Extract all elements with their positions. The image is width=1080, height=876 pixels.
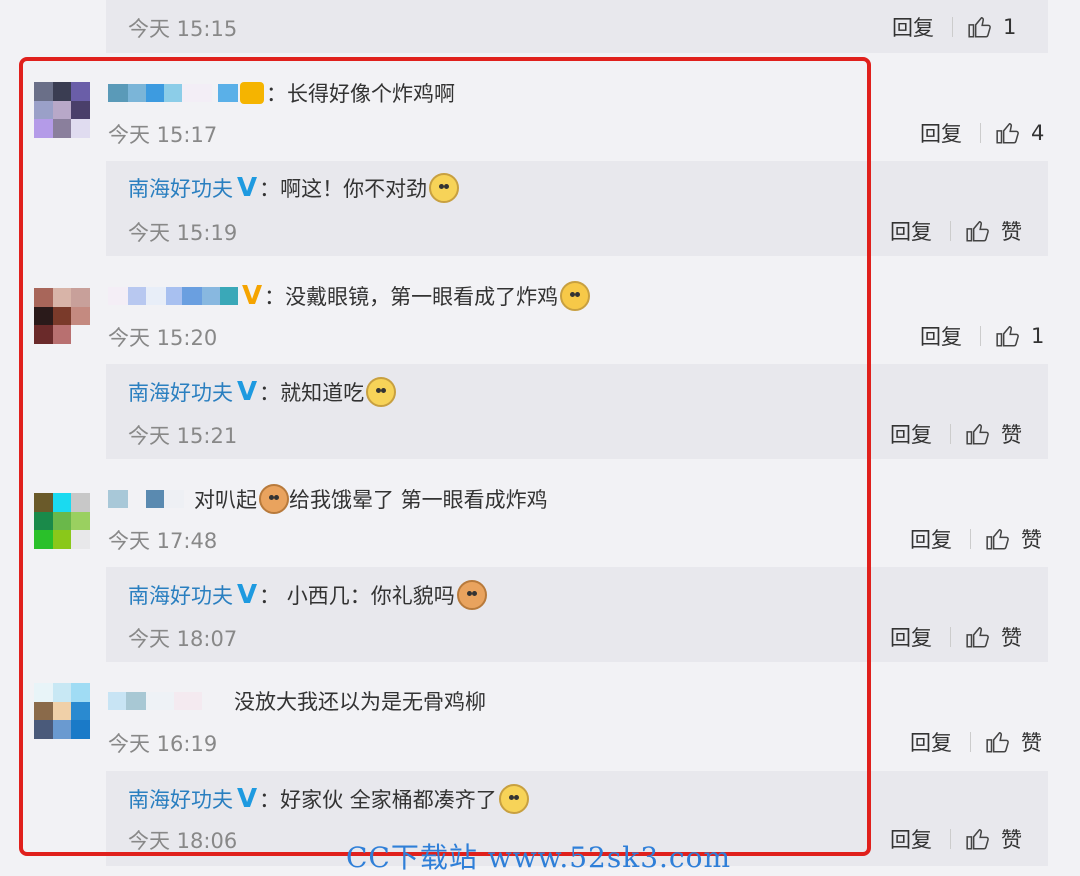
thumbs-up-icon[interactable] bbox=[985, 729, 1011, 755]
reply-author[interactable]: 南海好功夫 bbox=[128, 377, 233, 407]
divider bbox=[950, 424, 951, 444]
comment-body: ：没戴眼镜，第一眼看成了炸鸡 bbox=[264, 285, 559, 309]
reply-button[interactable]: 回复 bbox=[890, 824, 932, 854]
divider bbox=[950, 221, 951, 241]
reply-author[interactable]: 南海好功夫 bbox=[128, 784, 233, 814]
reply-body: ： 小西几：你礼貌吗 bbox=[259, 584, 455, 608]
divider bbox=[950, 627, 951, 647]
blurred-username[interactable] bbox=[108, 84, 238, 102]
reply-button[interactable]: 回复 bbox=[892, 12, 934, 42]
comment-body: 没放大我还以为是无骨鸡柳 bbox=[234, 690, 486, 714]
avatar[interactable] bbox=[34, 82, 90, 138]
reply-body: ：好家伙 全家桶都凑齐了 bbox=[259, 788, 497, 812]
divider bbox=[950, 829, 951, 849]
divider bbox=[980, 326, 981, 346]
like-count: 4 bbox=[1031, 121, 1045, 145]
comment-text: ：长得好像个炸鸡啊 bbox=[108, 78, 455, 108]
timestamp: 今天 18:07 bbox=[128, 627, 238, 651]
reply-button[interactable]: 回复 bbox=[920, 321, 962, 351]
comment-body: ：长得好像个炸鸡啊 bbox=[266, 82, 455, 106]
reply-text: 南海好功夫 V ：好家伙 全家桶都凑齐了 bbox=[128, 784, 529, 814]
avatar[interactable] bbox=[34, 288, 90, 344]
reply-body: ：啊这！你不对劲 bbox=[259, 177, 428, 201]
verified-icon: V bbox=[237, 784, 258, 814]
thumbs-up-icon[interactable] bbox=[965, 421, 991, 447]
doge-emoji-icon bbox=[366, 377, 397, 407]
reply-button[interactable]: 回复 bbox=[890, 216, 932, 246]
blurred-username[interactable] bbox=[108, 490, 184, 508]
reply-button[interactable]: 回复 bbox=[920, 118, 962, 148]
thumbs-up-icon[interactable] bbox=[985, 526, 1011, 552]
cat-emoji-icon bbox=[259, 484, 289, 514]
crown-icon bbox=[240, 82, 264, 104]
reply-text: 南海好功夫 V ：就知道吃 bbox=[128, 377, 397, 407]
reply-button[interactable]: 回复 bbox=[890, 622, 932, 652]
verified-icon: V bbox=[237, 173, 258, 203]
reply-author[interactable]: 南海好功夫 bbox=[128, 580, 233, 610]
divider bbox=[970, 529, 971, 549]
reply-text: 南海好功夫 V ：啊这！你不对劲 bbox=[128, 173, 460, 203]
timestamp: 今天 15:19 bbox=[128, 221, 238, 245]
comment-body-a: 对叭起 bbox=[194, 488, 257, 512]
blurred-username[interactable] bbox=[108, 692, 222, 710]
comment-text: V ：没戴眼镜，第一眼看成了炸鸡 bbox=[108, 281, 591, 311]
comment-actions: 回复 4 bbox=[920, 118, 1044, 148]
watermark: CC下载站 www.52sk3.com bbox=[346, 841, 731, 874]
like-count: 1 bbox=[1003, 15, 1017, 39]
reply-text: 南海好功夫 V ： 小西几：你礼貌吗 bbox=[128, 580, 487, 610]
like-label: 赞 bbox=[1021, 731, 1042, 755]
laughing-emoji-icon bbox=[560, 281, 591, 311]
reply-button[interactable]: 回复 bbox=[890, 419, 932, 449]
reply-button[interactable]: 回复 bbox=[910, 524, 952, 554]
timestamp: 今天 15:20 bbox=[108, 326, 218, 350]
doge-emoji-icon bbox=[429, 173, 460, 203]
reply-actions: 回复 赞 bbox=[890, 622, 1022, 652]
thumbs-up-icon[interactable] bbox=[965, 826, 991, 852]
reply-actions: 回复 赞 bbox=[890, 419, 1022, 449]
divider bbox=[970, 732, 971, 752]
thumbs-up-icon[interactable] bbox=[965, 624, 991, 650]
timestamp: 今天 15:17 bbox=[108, 123, 218, 147]
reply-actions: 回复 赞 bbox=[890, 824, 1022, 854]
comment-text: 对叭起 给我饿晕了 第一眼看成炸鸡 bbox=[108, 484, 548, 514]
comment-body-b: 给我饿晕了 第一眼看成炸鸡 bbox=[289, 488, 548, 512]
comment-actions: 回复 1 bbox=[920, 321, 1044, 351]
reply-actions: 回复 赞 bbox=[890, 216, 1022, 246]
thumbs-up-icon[interactable] bbox=[995, 120, 1021, 146]
like-label: 赞 bbox=[1001, 423, 1022, 447]
timestamp: 今天 17:48 bbox=[108, 529, 218, 553]
like-count: 1 bbox=[1031, 324, 1045, 348]
verified-icon: V bbox=[237, 377, 258, 407]
like-label: 赞 bbox=[1001, 626, 1022, 650]
timestamp: 今天 16:19 bbox=[108, 732, 218, 756]
doge-emoji-icon bbox=[498, 784, 529, 814]
blurred-username[interactable] bbox=[108, 287, 238, 305]
reply-actions: 回复 1 bbox=[892, 12, 1016, 42]
like-label: 赞 bbox=[1021, 528, 1042, 552]
like-label: 赞 bbox=[1001, 220, 1022, 244]
avatar[interactable] bbox=[34, 683, 90, 739]
thumbs-up-icon[interactable] bbox=[967, 14, 993, 40]
timestamp: 今天 15:21 bbox=[128, 424, 238, 448]
verified-icon: V bbox=[237, 580, 258, 610]
timestamp: 今天 18:06 bbox=[128, 829, 238, 853]
comment-actions: 回复 赞 bbox=[910, 727, 1042, 757]
reply-button[interactable]: 回复 bbox=[910, 727, 952, 757]
avatar[interactable] bbox=[34, 493, 90, 549]
comment-text: 没放大我还以为是无骨鸡柳 bbox=[108, 686, 486, 716]
like-label: 赞 bbox=[1001, 828, 1022, 852]
timestamp: 今天 15:15 bbox=[128, 17, 238, 41]
divider bbox=[980, 123, 981, 143]
divider bbox=[952, 17, 953, 37]
cat-emoji-icon bbox=[456, 580, 487, 610]
thumbs-up-icon[interactable] bbox=[965, 218, 991, 244]
verified-icon: V bbox=[242, 281, 263, 311]
thumbs-up-icon[interactable] bbox=[995, 323, 1021, 349]
reply-author[interactable]: 南海好功夫 bbox=[128, 173, 233, 203]
comment-actions: 回复 赞 bbox=[910, 524, 1042, 554]
reply-body: ：就知道吃 bbox=[259, 381, 365, 405]
